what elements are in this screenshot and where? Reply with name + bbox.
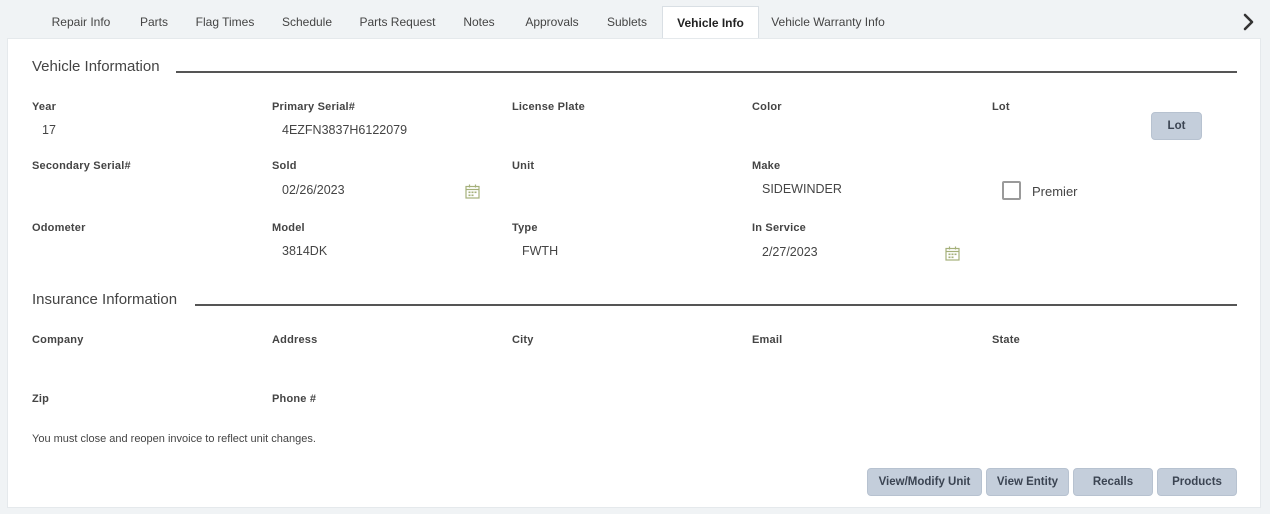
zip-label: Zip (32, 393, 50, 405)
tab-sublets[interactable]: Sublets (599, 6, 655, 38)
type-field[interactable]: FWTH (522, 244, 558, 258)
year-label: Year (32, 101, 57, 113)
vehicle-section-divider (176, 71, 1237, 73)
lot-button[interactable]: Lot (1151, 112, 1202, 140)
vehicle-section-title: Vehicle Information (32, 58, 160, 75)
unit-change-note: You must close and reopen invoice to ref… (32, 433, 316, 445)
tab-vehicle-warranty-info[interactable]: Vehicle Warranty Info (767, 6, 889, 38)
company-label: Company (32, 334, 84, 346)
lot-label: Lot (992, 101, 1010, 113)
odometer-label: Odometer (32, 222, 86, 234)
email-label: Email (752, 334, 783, 346)
view-entity-button[interactable]: View Entity (986, 468, 1069, 496)
model-field[interactable]: 3814DK (282, 244, 327, 258)
tab-vehicle-info[interactable]: Vehicle Info (662, 6, 759, 39)
primary-serial-field[interactable]: 4EZFN3837H6122079 (282, 123, 407, 137)
city-label: City (512, 334, 534, 346)
license-plate-label: License Plate (512, 101, 585, 113)
unit-label: Unit (512, 160, 535, 172)
sold-calendar-icon[interactable] (465, 184, 480, 199)
in-service-calendar-icon[interactable] (945, 246, 960, 261)
address-label: Address (272, 334, 318, 346)
tab-flag-times[interactable]: Flag Times (186, 6, 264, 38)
sold-label: Sold (272, 160, 297, 172)
vehicle-info-panel: Vehicle Information Year 17 Primary Seri… (7, 38, 1261, 508)
year-field[interactable]: 17 (42, 123, 56, 137)
tab-schedule[interactable]: Schedule (272, 6, 342, 38)
premier-checkbox[interactable] (1002, 181, 1021, 200)
tab-repair-info[interactable]: Repair Info (40, 6, 122, 38)
primary-serial-label: Primary Serial# (272, 101, 356, 113)
insurance-section-title: Insurance Information (32, 291, 178, 308)
products-button[interactable]: Products (1157, 468, 1237, 496)
model-label: Model (272, 222, 305, 234)
state-label: State (992, 334, 1020, 346)
make-label: Make (752, 160, 781, 172)
tab-parts[interactable]: Parts (130, 6, 178, 38)
tab-approvals[interactable]: Approvals (513, 6, 591, 38)
recalls-button[interactable]: Recalls (1073, 468, 1153, 496)
tab-parts-request[interactable]: Parts Request (350, 6, 445, 38)
color-label: Color (752, 101, 782, 113)
type-label: Type (512, 222, 538, 234)
tab-notes[interactable]: Notes (453, 6, 505, 38)
sold-date-field[interactable]: 02/26/2023 (282, 183, 345, 197)
tab-bar: Repair Info Parts Flag Times Schedule Pa… (0, 0, 1270, 39)
make-field[interactable]: SIDEWINDER (762, 182, 842, 196)
premier-label: Premier (1032, 184, 1078, 199)
in-service-label: In Service (752, 222, 806, 234)
secondary-serial-label: Secondary Serial# (32, 160, 131, 172)
phone-label: Phone # (272, 393, 317, 405)
view-modify-unit-button[interactable]: View/Modify Unit (867, 468, 982, 496)
in-service-date-field[interactable]: 2/27/2023 (762, 245, 818, 259)
chevron-right-icon[interactable] (1242, 12, 1256, 32)
insurance-section-divider (195, 304, 1237, 306)
